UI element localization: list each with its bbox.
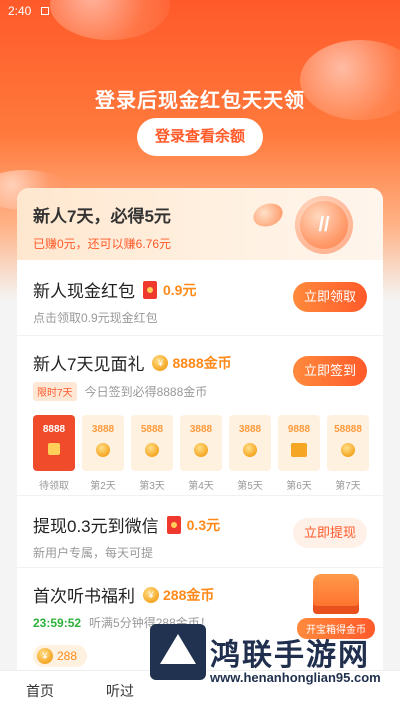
day-label: 第4天 [188, 481, 214, 492]
day-reward: 5888 [140, 424, 164, 435]
login-button[interactable]: 登录查看余额 [137, 118, 263, 156]
watermark-url: www.henanhonglian95.com [210, 670, 381, 685]
checkin-day[interactable]: 9888 第6天 [278, 415, 320, 492]
day-reward: 9888 [287, 424, 311, 435]
day-label: 第7天 [335, 481, 361, 492]
coin-pill[interactable]: 288 [33, 645, 88, 667]
day-label: 第2天 [90, 481, 116, 492]
watermark-title: 鸿联手游网 [210, 639, 370, 672]
gold-coin-icon [194, 443, 208, 457]
notification-icon [40, 7, 49, 15]
checkin-day[interactable]: 8888 待领取 [33, 415, 75, 492]
trophy-icon [341, 443, 355, 457]
red-packet-icon [166, 515, 181, 534]
checkin-day[interactable]: 58888 第7天 [327, 415, 369, 492]
day-reward: 3888 [189, 424, 213, 435]
newbie-banner[interactable]: 新人7天，必得5元 已赚0元，还可以赚6.76元 [17, 188, 383, 260]
watermark: 鸿联手游网 www.henanhonglian95.com [150, 624, 400, 711]
limited-tag: 限时7天 [33, 382, 77, 401]
task-reward: 288金币 [163, 586, 215, 603]
day-reward: 3888 [238, 424, 262, 435]
hero-title: 登录后现金红包天天领 [95, 90, 305, 112]
tab-listened[interactable]: 听过 [80, 681, 160, 701]
task-reward: 8888金币 [172, 354, 232, 371]
red-packet-icon [48, 443, 60, 455]
gold-coin-icon [37, 648, 53, 664]
task-reward: 0.3元 [186, 516, 221, 533]
checkin-day[interactable]: 5888 第3天 [131, 415, 173, 492]
task-desc: 今日签到必得8888金币 [84, 385, 208, 399]
checkin-button[interactable]: 立即签到 [293, 356, 367, 386]
task-title: 新人现金红包 [33, 282, 135, 301]
task-row-cash-packet: 新人现金红包 0.9元 点击领取0.9元现金红包 立即领取 [17, 260, 383, 336]
day-reward: 58888 [334, 424, 362, 435]
gold-coin-icon [96, 443, 110, 457]
day-label: 第6天 [286, 481, 312, 492]
big-coin-icon [295, 196, 353, 254]
checkin-days: 8888 待领取 3888 第2天 5888 第3天 3888 第4天 3888… [33, 415, 369, 492]
day-label: 第3天 [139, 481, 165, 492]
tab-home[interactable]: 首页 [0, 681, 80, 701]
day-label: 第5天 [237, 481, 263, 492]
task-title: 提现0.3元到微信 [33, 517, 159, 536]
status-bar: 2:40 [0, 0, 400, 22]
red-packet-icon [143, 280, 157, 299]
status-time: 2:40 [8, 4, 32, 18]
coin-pill-value: 288 [57, 649, 78, 663]
claim-button[interactable]: 立即领取 [293, 282, 367, 312]
gold-coin-icon [143, 586, 159, 603]
gift-icon [291, 443, 307, 457]
day-label: 待领取 [39, 481, 69, 492]
gold-coin-icon [145, 443, 159, 457]
checkin-day[interactable]: 3888 第5天 [229, 415, 271, 492]
countdown-timer: 23:59:52 [33, 615, 82, 630]
treasure-chest-icon [313, 574, 359, 614]
checkin-day[interactable]: 3888 第2天 [82, 415, 124, 492]
gold-coin-icon [152, 354, 169, 371]
watermark-logo-icon [150, 624, 206, 680]
day-reward: 3888 [91, 424, 115, 435]
withdraw-button[interactable]: 立即提现 [293, 518, 367, 548]
task-title: 首次听书福利 [33, 587, 135, 606]
gold-coin-icon [243, 443, 257, 457]
task-reward: 0.9元 [163, 281, 197, 298]
checkin-day[interactable]: 3888 第4天 [180, 415, 222, 492]
day-reward: 8888 [42, 424, 66, 435]
task-title: 新人7天见面礼 [33, 355, 145, 374]
task-row-seven-day: 新人7天见面礼 8888金币 限时7天 今日签到必得8888金币 立即签到 88… [17, 336, 383, 496]
task-row-withdraw: 提现0.3元到微信 0.3元 新用户专属，每天可提 立即提现 [17, 496, 383, 568]
